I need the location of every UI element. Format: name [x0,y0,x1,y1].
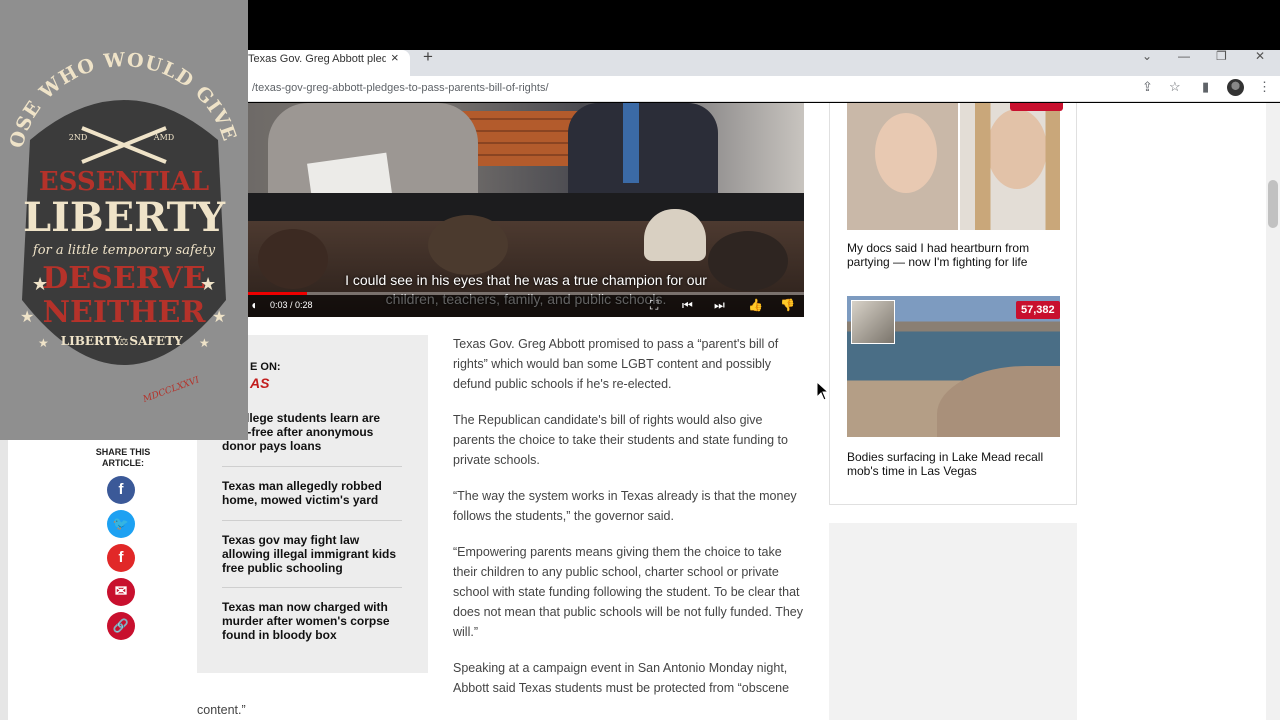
close-window-button[interactable]: ✕ [1255,49,1265,63]
star-icon: ★ [38,336,49,350]
fullscreen-icon[interactable]: ⛶ [650,298,658,312]
scrollbar-thumb[interactable] [1268,180,1278,228]
restore-button[interactable]: ❐ [1216,49,1227,63]
article-paragraph: “The way the system works in Texas alrea… [453,489,797,523]
article-paragraph: The Republican candidate's bill of right… [453,413,788,467]
ad-placeholder [829,523,1077,720]
logo-amendment-left: 2ND [69,133,88,142]
divider [222,520,402,521]
link-icon[interactable]: 🔗 [107,612,135,640]
star-icon: ★ [199,336,210,350]
tab-close-button[interactable]: × [391,51,399,65]
minimize-button[interactable]: — [1178,49,1190,63]
share-label: SHARE THIS ARTICLE: [95,447,151,468]
sidepanel-icon[interactable]: ▮ [1202,80,1209,94]
scale-icon: ⚖ [120,337,129,348]
video-player[interactable]: I could see in his eyes that he was a tr… [248,103,804,317]
divider [222,587,402,588]
view-count-badge [1010,103,1063,111]
related-link[interactable]: Texas man now charged with murder after … [222,600,402,642]
thumbs-down-icon[interactable]: 👎 [780,298,795,312]
logo-year: MDCCLXXVI [141,375,201,405]
logo-amendment-right: AMD [153,133,174,142]
article-paragraph-tail: content.” [197,703,246,717]
logo-banner-safety: SAFETY [129,334,183,348]
email-icon[interactable]: ✉ [107,578,135,606]
flipboard-icon[interactable]: f [107,544,135,572]
related-link[interactable]: s college students learn are debt-free a… [222,411,402,453]
audience-cap [644,209,706,261]
tab-search-button[interactable]: ⌄ [1142,49,1152,63]
star-icon: ★ [32,274,48,294]
previous-icon[interactable]: ⏮ [682,298,693,312]
view-count-badge: 57,382 [1016,301,1060,319]
lake-shore [937,366,1060,437]
tab-title: Texas Gov. Greg Abbott pledges [248,53,386,65]
profile-icon[interactable] [1227,79,1244,96]
next-icon[interactable]: ⏭ [714,298,725,312]
logo-line-safety: for a little temporary safety [32,243,216,258]
audience-head [428,215,508,275]
essential-liberty-logo: THOSE WHO WOULD GIVE UP 2ND AMD ESSENTIA… [0,0,248,440]
inset-photo [851,300,895,344]
related-heading: E ON: [250,361,281,373]
twitter-icon[interactable]: 🐦 [107,510,135,538]
article-paragraph: Speaking at a campaign event in San Anto… [453,661,790,695]
video-controls: ◖ 0:03 / 0:28 ⛶ ⏮ ⏭ 👍 👎 [248,295,804,317]
menu-icon[interactable]: ⋮ [1258,80,1271,94]
share-icon[interactable]: ⇪ [1142,80,1153,94]
star-icon: ★ [20,309,34,326]
article-paragraph: Texas Gov. Greg Abbott promised to pass … [453,337,779,391]
hair [975,103,1060,230]
video-time: 0:03 / 0:28 [270,300,313,310]
logo-line-liberty: LIBERTY [23,194,225,241]
related-link[interactable]: Texas gov may fight law allowing illegal… [222,533,402,575]
related-topic[interactable]: AS [250,375,269,391]
sidebar-headline[interactable]: My docs said I had heartburn from partyi… [847,241,1057,269]
logo-line-neither: NEITHER [43,295,207,330]
new-tab-button[interactable]: + [423,48,433,66]
caption-line: I could see in his eyes that he was a tr… [345,272,707,288]
volume-icon[interactable]: ◖ [250,298,257,312]
logo-line-essential: ESSENTIAL [39,167,209,197]
logo-banner-liberty: LIBERTY [61,334,122,348]
star-icon: ★ [212,309,226,326]
sidebar-thumbnail[interactable] [847,103,1060,230]
logo-art: THOSE WHO WOULD GIVE UP 2ND AMD ESSENTIA… [0,0,242,405]
star-icon: ★ [200,274,216,294]
thumbs-up-icon[interactable]: 👍 [748,298,763,312]
article-paragraph: “Empowering parents means giving them th… [453,545,803,639]
facebook-icon[interactable]: f [107,476,135,504]
face-image [875,113,937,193]
sidebar-headline[interactable]: Bodies surfacing in Lake Mead recall mob… [847,450,1057,478]
speaker-tie [623,103,639,183]
divider [222,466,402,467]
logo-line-deserve: DESERVE [42,261,205,296]
related-link[interactable]: Texas man allegedly robbed home, mowed v… [222,479,402,507]
star-icon[interactable]: ☆ [1169,80,1181,94]
url-field[interactable]: /texas-gov-greg-abbott-pledges-to-pass-p… [252,81,549,95]
